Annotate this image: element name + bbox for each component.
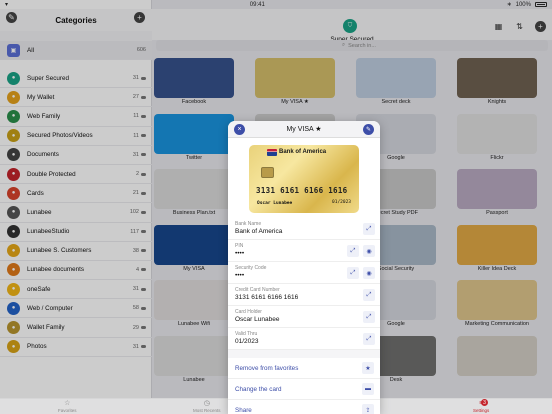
modal-title: My VISA ★: [286, 126, 322, 133]
field-value[interactable]: 01/2023: [235, 338, 373, 345]
star-icon: ☆: [64, 400, 71, 407]
detail-field: Card Holder Oscar Lunabee ⤢: [228, 306, 380, 328]
field-label: Credit Card Number: [235, 287, 280, 293]
edit-button[interactable]: ✎: [363, 124, 374, 135]
chip-icon: [261, 167, 274, 178]
modal-action[interactable]: Remove from favorites ★: [228, 358, 380, 379]
field-label: Valid Thru: [235, 331, 258, 337]
wifi-icon: ▾: [5, 2, 9, 8]
detail-field: Security Code •••• ⤢ ◉: [228, 262, 380, 284]
item-detail-modal: × My VISA ★ ✎ Bank of America 3131 6161 …: [228, 121, 380, 414]
star-icon: ★: [362, 362, 374, 374]
field-label: Bank Name: [235, 221, 262, 227]
bank-logo-icon: [267, 149, 277, 156]
tab-most-recents[interactable]: ◷ Most Recents: [193, 400, 221, 413]
expand-icon[interactable]: ⤢: [363, 311, 375, 323]
detail-field: Bank Name Bank of America ⤢: [228, 218, 380, 240]
status-bar: ▾ 09:41 ∗ 100%: [0, 0, 552, 9]
battery-icon: [534, 2, 547, 7]
share-icon: ⇪: [362, 404, 374, 414]
expand-icon[interactable]: ⤢: [363, 223, 375, 235]
tab-favorites[interactable]: ☆ Favorites: [58, 400, 77, 413]
close-button[interactable]: ×: [234, 124, 245, 135]
card-icon: ▬: [362, 383, 374, 395]
modal-action[interactable]: Change the card ▬: [228, 379, 380, 400]
settings-badge: 3: [481, 399, 488, 406]
field-value[interactable]: 3131 6161 6166 1616: [235, 294, 373, 301]
detail-field: PIN •••• ⤢ ◉: [228, 240, 380, 262]
field-value[interactable]: Oscar Lunabee: [235, 316, 373, 323]
battery-level: 100%: [515, 1, 531, 8]
detail-field: Valid Thru 01/2023 ⤢: [228, 328, 380, 350]
expand-icon[interactable]: ⤢: [347, 267, 359, 279]
eye-icon[interactable]: ◉: [363, 267, 375, 279]
expand-icon[interactable]: ⤢: [363, 289, 375, 301]
clock-icon: ◷: [203, 400, 210, 407]
expand-icon[interactable]: ⤢: [363, 333, 375, 345]
status-time: 09:41: [249, 1, 265, 8]
field-value[interactable]: Bank of America: [235, 228, 373, 235]
eye-icon[interactable]: ◉: [363, 245, 375, 257]
expand-icon[interactable]: ⤢: [347, 245, 359, 257]
field-label: Card Holder: [235, 309, 262, 315]
modal-header: × My VISA ★ ✎: [228, 121, 380, 138]
card-image[interactable]: Bank of America 3131 6161 6166 1616 Osca…: [249, 145, 359, 213]
detail-field: Credit Card Number 3131 6161 6166 1616 ⤢: [228, 284, 380, 306]
bluetooth-icon: ∗: [506, 2, 512, 8]
modal-action[interactable]: Share ⇪: [228, 400, 380, 414]
